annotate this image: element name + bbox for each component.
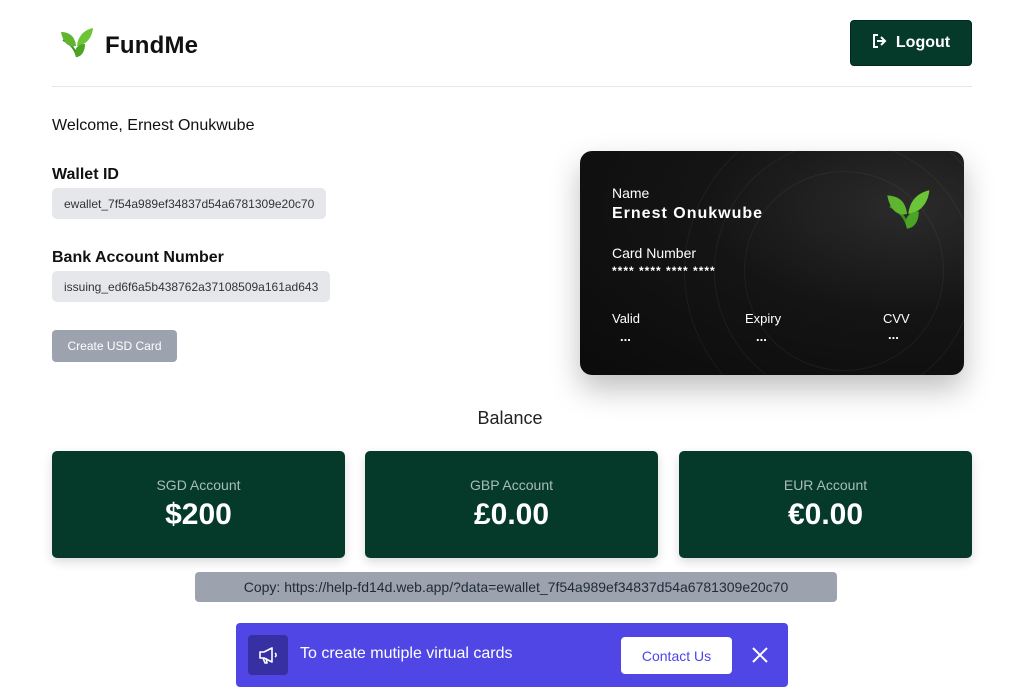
bank-account-label: Bank Account Number bbox=[52, 249, 224, 266]
create-usd-card-button[interactable]: Create USD Card bbox=[52, 330, 177, 362]
promo-banner: To create mutiple virtual cards Contact … bbox=[236, 623, 788, 687]
virtual-card: Name Ernest Onukwube Card Number **** **… bbox=[580, 151, 964, 375]
card-valid-value: ... bbox=[620, 329, 631, 344]
copy-link-button[interactable]: Copy: https://help-fd14d.web.app/?data=e… bbox=[195, 572, 837, 602]
logout-button[interactable]: Logout bbox=[850, 20, 972, 66]
card-cvv-value: ... bbox=[888, 327, 899, 342]
account-label: GBP Account bbox=[469, 477, 553, 493]
account-balance: $200 bbox=[165, 498, 232, 531]
card-valid-label: Valid bbox=[612, 311, 640, 326]
eur-account-card: EUR Account €0.00 bbox=[679, 451, 972, 558]
wallet-id-value[interactable]: ewallet_7f54a989ef34837d54a6781309e20c70 bbox=[52, 188, 327, 219]
logout-icon bbox=[872, 33, 888, 54]
card-expiry-label: Expiry bbox=[745, 311, 782, 326]
header: FundMe Logout bbox=[52, 0, 972, 87]
brand[interactable]: FundMe bbox=[57, 24, 198, 67]
brand-name: FundMe bbox=[105, 31, 199, 59]
logout-label: Logout bbox=[895, 34, 951, 51]
bank-account-value[interactable]: issuing_ed6f6a5b438762a37108509a161ad643 bbox=[52, 271, 331, 302]
balance-title: Balance bbox=[477, 408, 543, 428]
card-holder-name: Ernest Onukwube bbox=[612, 205, 764, 222]
leaf-icon bbox=[882, 185, 932, 240]
megaphone-icon bbox=[248, 635, 288, 675]
account-label: EUR Account bbox=[783, 477, 868, 493]
account-balance: £0.00 bbox=[473, 498, 550, 531]
wallet-id-label: Wallet ID bbox=[52, 166, 119, 183]
leaf-icon bbox=[57, 24, 95, 67]
card-cvv-label: CVV bbox=[883, 311, 910, 326]
close-icon[interactable] bbox=[746, 641, 774, 669]
contact-us-button[interactable]: Contact Us bbox=[621, 637, 732, 674]
account-balance: €0.00 bbox=[787, 498, 864, 531]
sgd-account-card: SGD Account $200 bbox=[52, 451, 345, 558]
card-number: **** **** **** **** bbox=[612, 264, 716, 278]
card-number-label: Card Number bbox=[612, 245, 697, 261]
account-label: SGD Account bbox=[156, 477, 241, 493]
gbp-account-card: GBP Account £0.00 bbox=[365, 451, 658, 558]
card-name-label: Name bbox=[612, 185, 650, 201]
card-expiry-value: ... bbox=[756, 329, 767, 344]
welcome-text: Welcome, Ernest Onukwube bbox=[52, 117, 255, 134]
promo-text: To create mutiple virtual cards bbox=[300, 645, 513, 662]
